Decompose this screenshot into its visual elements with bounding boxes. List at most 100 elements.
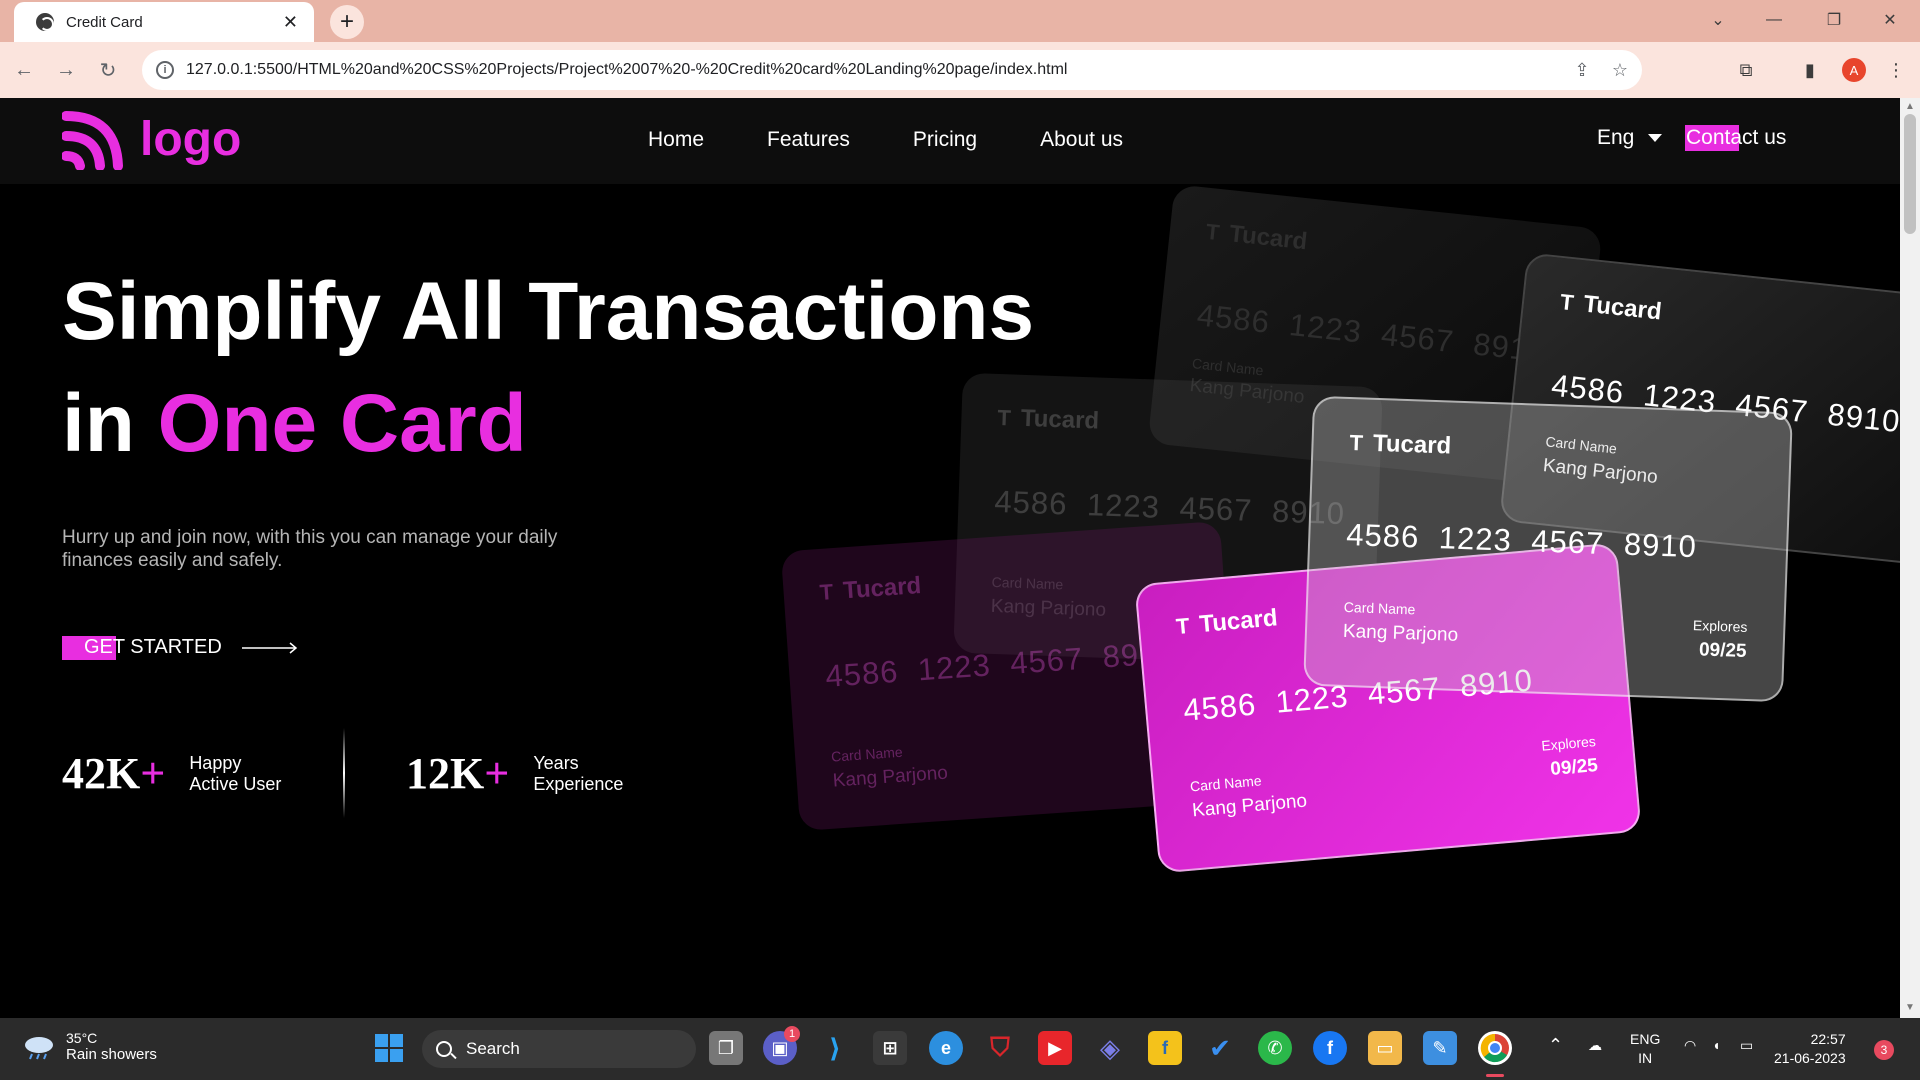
language-indicator[interactable]: ENG IN (1630, 1030, 1660, 1068)
youtube-icon[interactable]: ▶ (1038, 1031, 1072, 1065)
card-brand-name: Tucard (1198, 604, 1279, 639)
rain-cloud-icon (25, 1036, 53, 1059)
new-tab-button[interactable]: + (330, 5, 364, 39)
browser-menu-icon[interactable]: ⋮ (1880, 54, 1912, 86)
card-brand-icon: T (1204, 218, 1221, 246)
windows-logo-icon (375, 1034, 403, 1062)
address-bar[interactable]: i 127.0.0.1:5500/HTML%20and%20CSS%20Proj… (142, 50, 1642, 90)
search-icon (436, 1041, 452, 1057)
nav-link-home[interactable]: Home (648, 128, 704, 152)
chrome-icon[interactable] (1478, 1031, 1512, 1065)
teams-badge: 1 (784, 1026, 800, 1042)
minimize-icon[interactable]: — (1754, 6, 1794, 34)
whatsapp-icon[interactable]: ✆ (1258, 1031, 1292, 1065)
stat-label: Happy Active User (189, 753, 281, 795)
page-viewport: logo Home Features Pricing About us Eng … (0, 98, 1900, 1018)
reload-icon[interactable]: ↻ (92, 54, 124, 86)
hero-title-line2-prefix: in (62, 378, 158, 469)
card-brand-icon: T (997, 404, 1012, 431)
side-panel-icon[interactable]: ▮ (1794, 54, 1826, 86)
back-icon[interactable]: ← (8, 54, 40, 86)
language-selector[interactable]: Eng (1597, 126, 1663, 150)
system-clock[interactable]: 22:57 21-06-2023 (1774, 1030, 1846, 1068)
photos-icon[interactable]: ◈ (1093, 1031, 1127, 1065)
taskbar-search[interactable]: Search (422, 1030, 696, 1068)
card-brand-icon: T (1175, 613, 1191, 640)
card-name-label: Card Name (830, 743, 904, 765)
flipkart-icon[interactable]: f (1148, 1031, 1182, 1065)
stat-plus: + (140, 749, 166, 798)
cta-label: GET STARTED (84, 636, 222, 658)
card-name: Kang Parjono (1191, 790, 1308, 822)
extensions-icon[interactable]: ⧉ (1730, 54, 1762, 86)
logo-feed-icon (62, 111, 123, 170)
card-brand-name: Tucard (1020, 404, 1100, 435)
mcafee-icon[interactable]: ⛉ (983, 1031, 1017, 1065)
scroll-thumb[interactable] (1904, 114, 1916, 234)
tab-title: Credit Card (66, 13, 143, 31)
contact-button[interactable]: Contact us (1685, 125, 1787, 151)
site-info-icon[interactable]: i (156, 61, 174, 79)
card-number: 4586 1223 4567 8910 (824, 634, 1177, 694)
tab-search-chevron-icon[interactable]: ⌄ (1698, 6, 1738, 34)
stat-experience: 12K + Years Experience (406, 748, 623, 799)
tray-expand-icon[interactable]: ⌃ (1548, 1036, 1563, 1055)
caret-down-icon (1648, 134, 1663, 142)
contact-label: Contact us (1686, 126, 1787, 149)
language-label: Eng (1597, 126, 1635, 149)
nav-link-features[interactable]: Features (767, 128, 850, 152)
share-icon[interactable]: ⇪ (1566, 54, 1598, 86)
credit-card-glass: T Tucard 4586 1223 4567 8910 Card Name Ka… (1303, 395, 1793, 703)
edge-icon[interactable]: e (929, 1031, 963, 1065)
hero-subtitle: Hurry up and join now, with this you can… (62, 527, 558, 571)
task-view-icon[interactable]: ❐ (709, 1031, 743, 1065)
notification-badge[interactable]: 3 (1874, 1040, 1894, 1060)
card-name-label: Card Name (1189, 772, 1263, 795)
card-brand-name: Tucard (1227, 220, 1309, 256)
card-brand-icon: T (1559, 289, 1576, 316)
search-label: Search (466, 1039, 520, 1058)
windows-taskbar: 35°C Rain showers Search ❐ ▣ 1 ⟩ ⊞ e ⛉ ▶… (0, 1018, 1920, 1080)
close-window-icon[interactable]: ✕ (1870, 6, 1910, 34)
start-windows-icon[interactable] (372, 1031, 406, 1065)
nav-link-pricing[interactable]: Pricing (913, 128, 977, 152)
card-number: 4586 1223 4567 8910 (1345, 516, 1698, 565)
card-brand: T Tucard (1559, 288, 1663, 326)
scroll-down-icon[interactable]: ▼ (1905, 1002, 1915, 1013)
onedrive-icon[interactable]: ☁ (1588, 1036, 1602, 1055)
stat-label-line1: Happy (189, 752, 242, 773)
facebook-icon[interactable]: f (1313, 1031, 1347, 1065)
weather-description: Rain showers (66, 1046, 157, 1063)
profile-avatar[interactable]: A (1842, 58, 1866, 82)
site-logo[interactable]: logo (62, 108, 241, 170)
vscode-icon[interactable]: ⟩ (818, 1031, 852, 1065)
paint-icon[interactable]: ✎ (1423, 1031, 1457, 1065)
battery-icon[interactable]: ▭ (1740, 1036, 1753, 1055)
store-icon[interactable]: ⊞ (873, 1031, 907, 1065)
stat-label: Years Experience (533, 753, 623, 795)
stat-label-line1: Years (533, 752, 579, 773)
bookmark-star-icon[interactable]: ☆ (1604, 54, 1636, 86)
forward-icon[interactable]: → (50, 54, 82, 86)
card-brand-icon: T (1349, 430, 1364, 456)
restore-icon[interactable]: ❐ (1814, 6, 1854, 34)
file-explorer-icon[interactable]: ▭ (1368, 1031, 1402, 1065)
card-brand: T Tucard (1175, 604, 1279, 641)
card-brand: T Tucard (997, 404, 1100, 436)
tab-close-icon[interactable]: ✕ (283, 12, 298, 33)
browser-tab[interactable]: Credit Card ✕ (14, 2, 314, 42)
scroll-up-icon[interactable]: ▲ (1905, 101, 1915, 112)
page-scrollbar[interactable]: ▲ ▼ (1900, 98, 1920, 1018)
nav-link-about[interactable]: About us (1040, 128, 1123, 152)
card-name-label: Card Name (1191, 355, 1265, 379)
weather-widget[interactable]: 35°C Rain showers (22, 1030, 157, 1063)
stat-label-line2: Active User (189, 773, 282, 794)
wifi-icon[interactable]: ◠ (1684, 1036, 1696, 1055)
get-started-button[interactable]: GET STARTED (62, 636, 298, 660)
todo-icon[interactable]: ✔ (1203, 1031, 1237, 1065)
volume-icon[interactable]: ◖ (1712, 1036, 1720, 1055)
browser-tab-bar: Credit Card ✕ + ⌄ — ❐ ✕ (0, 0, 1920, 42)
stat-active-users: 42K + Happy Active User (62, 748, 281, 799)
stat-label-line2: Experience (533, 773, 624, 794)
language-line2: IN (1638, 1050, 1653, 1066)
